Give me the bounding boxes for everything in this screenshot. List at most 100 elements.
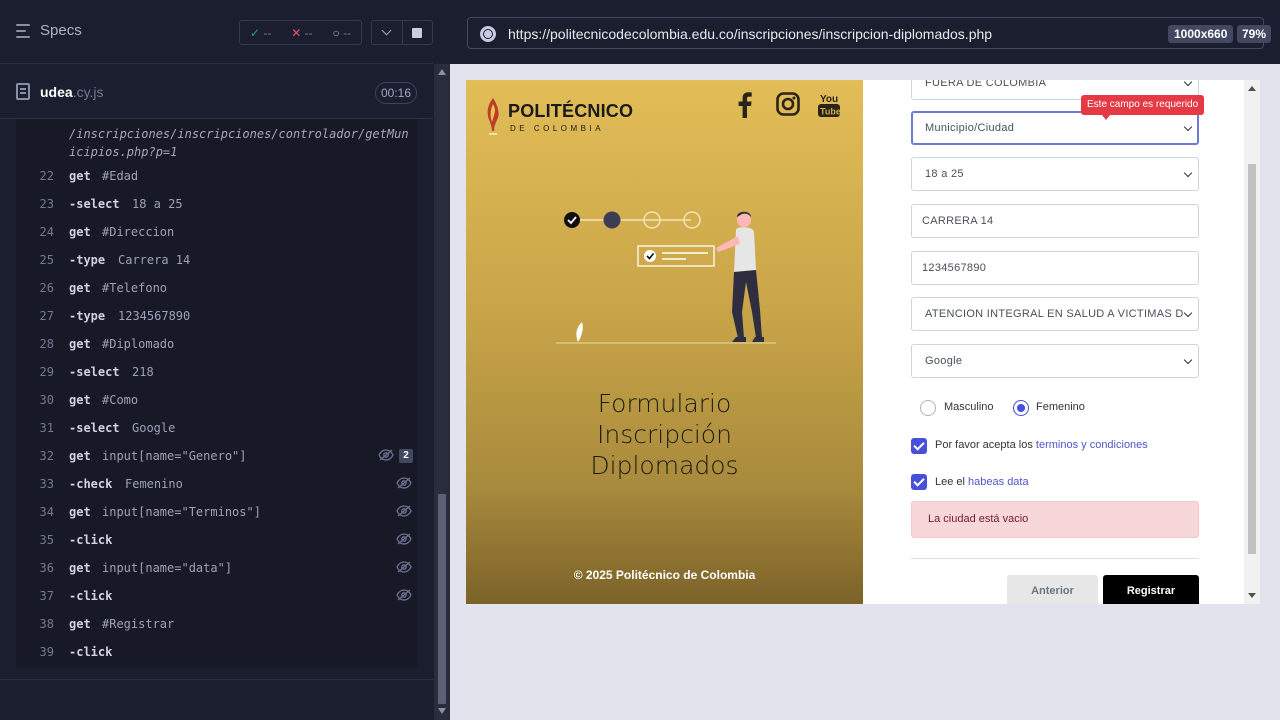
command-name: -click [69,645,113,659]
command-row[interactable]: 31 -select Google [16,414,418,442]
command-row[interactable]: 35 -click [16,526,418,554]
page-scrollbar[interactable] [1244,80,1260,604]
command-row[interactable]: 30 get #Como [16,386,418,414]
command-row[interactable]: 39 -click [16,638,418,666]
command-row[interactable]: 26 get #Telefono [16,274,418,302]
spec-header: udea.cy.js 00:16 [0,64,433,119]
habeas-link[interactable]: habeas data [968,476,1029,488]
youtube-icon[interactable]: You Tube [818,92,841,123]
anterior-button[interactable]: Anterior [1007,575,1098,604]
terminos-link[interactable]: terminos y condiciones [1036,439,1148,451]
command-number: 27 [39,309,54,323]
registrar-button[interactable]: Registrar [1103,575,1199,604]
reporter-scrollbar[interactable] [434,64,450,720]
spec-filename[interactable]: udea.cy.js [40,84,104,100]
spec-duration-badge: 00:16 [375,82,417,104]
chevron-down-icon [1183,122,1193,132]
scroll-down-icon[interactable] [1248,593,1256,598]
command-row[interactable]: 37 -click [16,582,418,610]
command-number: 33 [39,477,54,491]
stop-button[interactable] [401,21,433,44]
x-icon: ✕ [291,25,302,40]
command-row[interactable]: 23 -select 18 a 25 [16,190,418,218]
instagram-icon[interactable] [776,92,800,121]
url-bar[interactable]: https://politecnicodecolombia.edu.co/ins… [467,17,1272,49]
scroll-up-icon[interactable] [1248,86,1256,91]
command-row[interactable]: 29 -select 218 [16,358,418,386]
eye-slash-icon [378,449,394,461]
habeas-label: Lee el habeas data [935,476,1029,488]
command-row[interactable]: 27 -type 1234567890 [16,302,418,330]
chevron-down-icon [1183,80,1193,87]
command-row[interactable]: 36 get input[name="data"] [16,554,418,582]
cypress-reporter: Specs ✓ -- ✕ -- ○ -- udea.cy.js 00:16 /i… [0,0,450,720]
scroll-up-icon[interactable] [438,69,446,75]
hero-panel: POLITÉCNICO DE COLOMBIA You Tube Formula… [466,80,863,604]
command-number: 38 [39,617,54,631]
habeas-checkbox[interactable] [911,474,927,490]
aut-panel: https://politecnicodecolombia.edu.co/ins… [450,0,1280,720]
command-message: Google [132,421,176,435]
facebook-icon[interactable] [738,92,752,123]
social-links: You Tube [738,92,848,122]
chevron-down-icon [1183,308,1193,318]
registration-form: FUERA DE COLOMBIA Municipio/Ciudad Este … [863,80,1244,604]
command-row[interactable]: 32 get input[name="Genero"] 2 [16,442,418,470]
command-row[interactable]: 34 get input[name="Terminos"] [16,498,418,526]
genero-femenino-radio[interactable] [1013,400,1029,416]
svg-text:Tube: Tube [820,107,840,117]
politecnico-logo[interactable]: POLITÉCNICO DE COLOMBIA [484,94,634,144]
eye-slash-icon [396,561,412,573]
terminos-checkbox[interactable] [911,438,927,454]
chevron-down-icon [381,25,392,36]
eye-slash-icon [396,589,412,601]
command-row[interactable]: 33 -check Femenino [16,470,418,498]
como-select[interactable]: Google [911,344,1199,378]
diplomado-select[interactable]: ATENCION INTEGRAL EN SALUD A VICTIMAS D [911,297,1199,331]
url-text[interactable]: https://politecnicodecolombia.edu.co/ins… [508,26,992,42]
scrollbar-thumb[interactable] [1248,164,1256,554]
edad-select[interactable]: 18 a 25 [911,157,1199,191]
command-number: 32 [39,449,54,463]
direccion-input[interactable]: CARRERA 14 [911,204,1199,238]
command-name: get [69,561,91,575]
command-message: #Diplomado [102,337,175,351]
command-message: input[name="data"] [102,561,233,575]
specs-toggle-button[interactable]: Specs [16,22,82,39]
genero-masculino-radio[interactable] [920,400,936,416]
command-row[interactable]: 24 get #Direccion [16,218,418,246]
command-row[interactable]: 25 -type Carrera 14 [16,246,418,274]
copyright-text: © 2025 Politécnico de Colombia [573,568,756,582]
command-number: 31 [39,421,54,435]
command-name: -select [69,365,120,379]
command-number: 35 [39,533,54,547]
command-name: get [69,281,91,295]
globe-icon [480,26,496,42]
command-row[interactable]: 38 get #Registrar [16,610,418,638]
scrollbar-thumb[interactable] [438,494,446,704]
command-message: #Telefono [102,281,168,295]
expand-button[interactable] [372,21,402,44]
command-message: Femenino [125,477,183,491]
form-divider [911,558,1199,559]
command-log: /inscripciones/inscripciones/controlador… [16,119,418,667]
municipio-select[interactable]: Municipio/Ciudad [911,111,1199,145]
eye-slash-icon [396,533,412,545]
passed-stat: ✓ -- [249,25,272,40]
zoom-badge[interactable]: 79% [1237,25,1272,43]
command-name: get [69,337,91,351]
scroll-down-icon[interactable] [438,708,446,714]
command-row[interactable]: 28 get #Diplomado [16,330,418,358]
terminos-label: Por favor acepta los terminos y condicio… [935,439,1148,451]
command-row[interactable]: 22 get #Edad [16,162,418,190]
telefono-input[interactable]: 1234567890 [911,251,1199,285]
chevron-down-icon [1183,355,1193,365]
check-icon: ✓ [249,25,260,40]
command-name: get [69,449,91,463]
command-number: 29 [39,365,54,379]
viewport-size-badge[interactable]: 1000x660 [1168,25,1234,43]
command-message: 218 [132,365,154,379]
command-name: get [69,225,91,239]
command-name: -check [69,477,113,491]
command-message: Carrera 14 [118,253,191,267]
